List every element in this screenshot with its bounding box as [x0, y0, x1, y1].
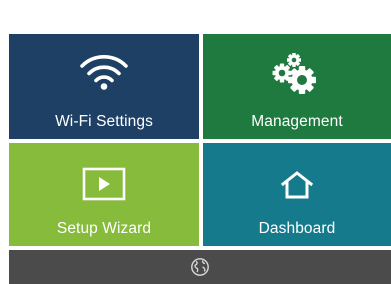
home-icon: [280, 171, 314, 199]
play-icon: [82, 167, 126, 201]
bottom-bar: [9, 250, 391, 284]
dashboard-tile[interactable]: Dashboard: [203, 143, 391, 246]
wifi-settings-label: Wi-Fi Settings: [55, 113, 153, 130]
gears-icon: [272, 53, 316, 94]
wifi-icon: [80, 55, 128, 90]
management-tile[interactable]: Management: [203, 34, 391, 139]
setup-wizard-tile[interactable]: Setup Wizard: [9, 143, 199, 246]
management-label: Management: [251, 113, 343, 130]
main-menu-screen: Wi-Fi Settings Management Setup Wizard D…: [9, 34, 391, 284]
dashboard-label: Dashboard: [258, 220, 336, 237]
globe-icon[interactable]: [190, 257, 210, 277]
wifi-settings-tile[interactable]: Wi-Fi Settings: [9, 34, 199, 139]
setup-wizard-label: Setup Wizard: [56, 220, 152, 237]
